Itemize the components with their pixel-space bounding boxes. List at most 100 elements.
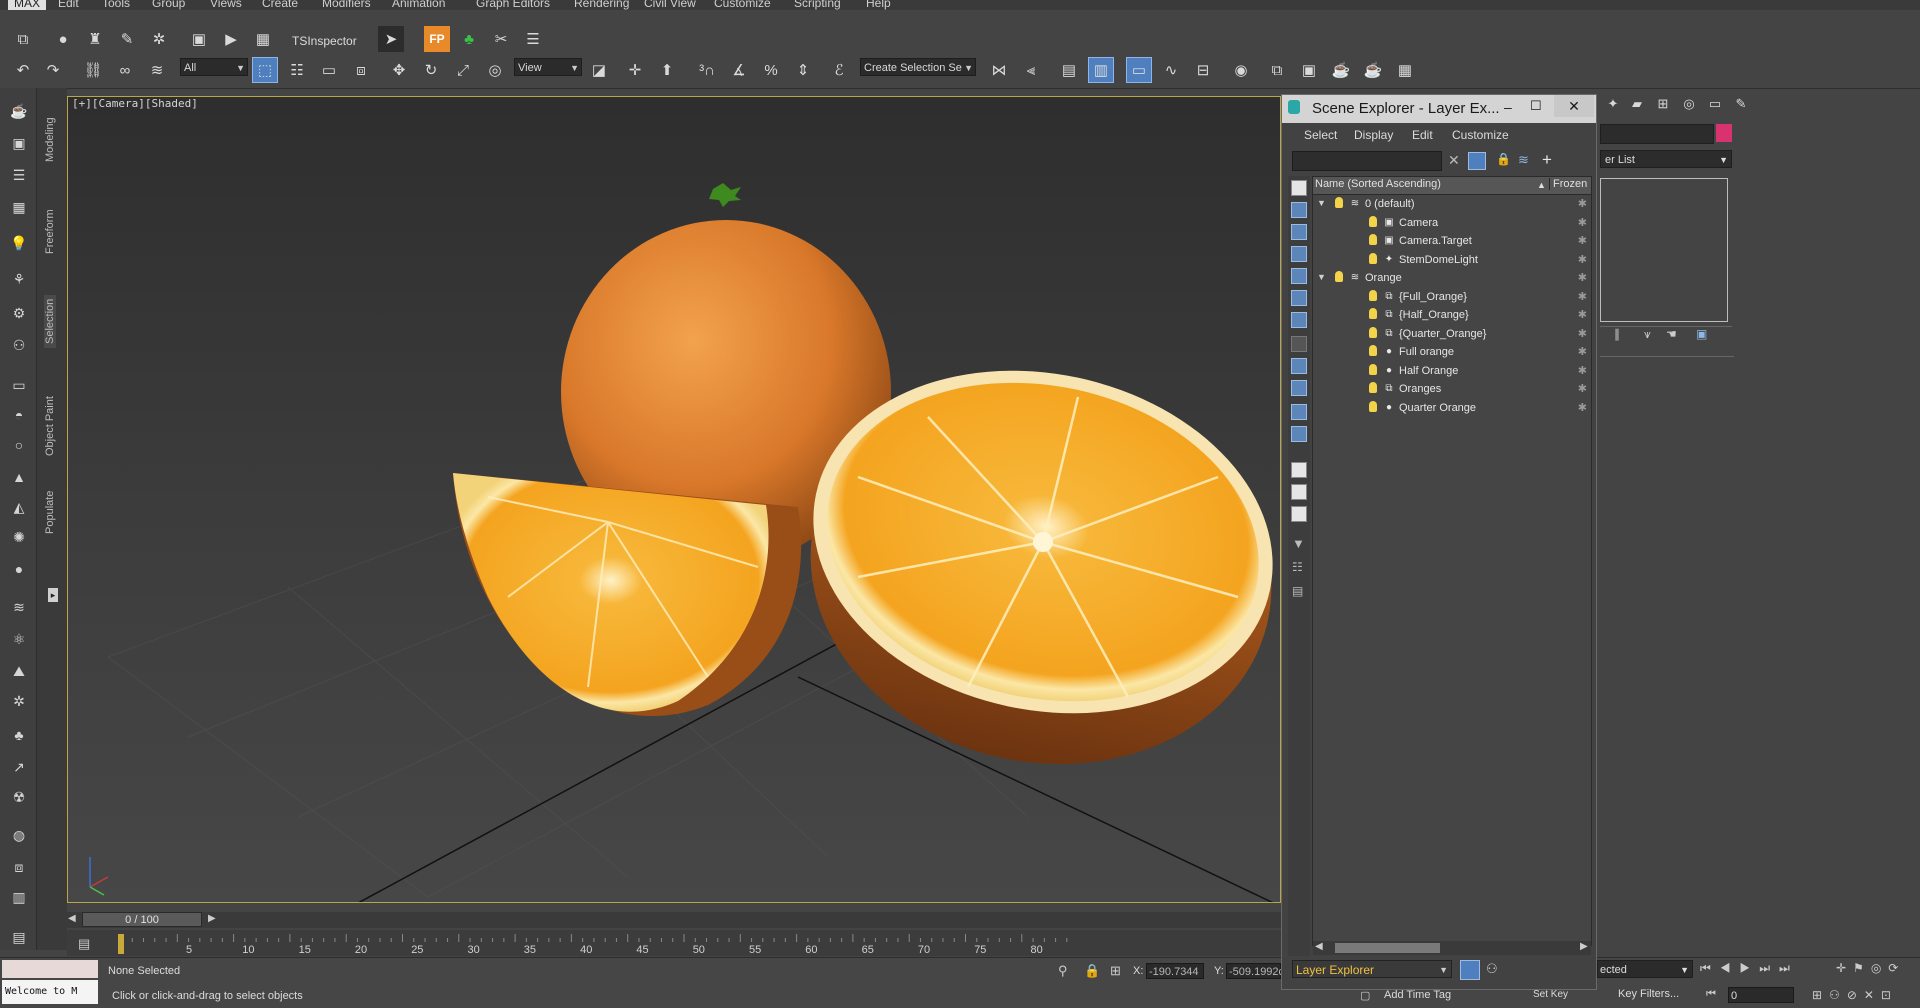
set-key-button[interactable]: Set Key	[1533, 989, 1568, 1000]
toggle-layer-explorer-icon[interactable]: ▥	[1088, 57, 1114, 83]
geometry-filter-icon[interactable]	[1291, 202, 1307, 218]
visibility-bulb-icon[interactable]	[1369, 234, 1377, 245]
bones-filter-icon[interactable]	[1291, 380, 1307, 396]
material-editor-icon[interactable]: ◉	[1228, 57, 1254, 83]
grid-list-icon[interactable]: ☰	[520, 26, 546, 52]
ribbon-tab-object-paint[interactable]: Object Paint	[44, 396, 56, 456]
frozen-toggle-icon[interactable]: ✱	[1578, 253, 1587, 266]
cursor-icon[interactable]: ➤	[378, 26, 404, 52]
frozen-toggle-icon[interactable]: ✱	[1578, 290, 1587, 303]
motion-tab-icon[interactable]: ◎	[1678, 94, 1700, 114]
hair-icon[interactable]: ≋	[8, 596, 30, 618]
menu-scripting[interactable]: Scripting	[794, 0, 841, 10]
time-slider-track[interactable]	[67, 912, 1281, 928]
scene-row[interactable]: ⧉ Oranges ✱	[1313, 381, 1591, 399]
plant-icon[interactable]: ♣	[8, 724, 30, 746]
scroll-right-icon[interactable]: ▶	[1580, 941, 1588, 952]
show-end-result-icon[interactable]: ⩛	[1644, 327, 1651, 342]
ruler-icon[interactable]: ▥	[8, 886, 30, 908]
edit-named-sets-icon[interactable]: ℰ	[826, 57, 852, 83]
viewport-label[interactable]: [+][Camera][Shaded]	[72, 97, 198, 110]
scene-row[interactable]: ● Half Orange ✱	[1313, 363, 1591, 381]
teapot-icon[interactable]: ☕	[8, 100, 30, 122]
percent-snap-icon[interactable]: %	[758, 57, 784, 83]
visibility-bulb-icon[interactable]	[1369, 215, 1377, 227]
se-menu-customize[interactable]: Customize	[1452, 128, 1509, 142]
column-name-header[interactable]: Name (Sorted Ascending)	[1315, 178, 1441, 190]
scene-row[interactable]: ● Full orange ✱	[1313, 344, 1591, 362]
hierarchy-tab-icon[interactable]: ⊞	[1652, 94, 1674, 114]
menu-create[interactable]: Create	[262, 0, 298, 10]
visibility-bulb-icon[interactable]	[1369, 308, 1377, 319]
object-color-swatch[interactable]	[1716, 124, 1732, 142]
frozen-filter-icon[interactable]	[1291, 426, 1307, 442]
plant-icon[interactable]: ♣	[456, 26, 482, 52]
select-manipulate-icon[interactable]: ✛	[622, 57, 648, 83]
object-name-field[interactable]	[1600, 124, 1714, 144]
add-time-tag-label[interactable]: Add Time Tag	[1384, 989, 1451, 1001]
sort-by-hierarchy-icon[interactable]: ⚇	[1486, 961, 1498, 977]
cameras-filter-icon[interactable]	[1291, 268, 1307, 284]
visibility-bulb-icon[interactable]	[1369, 363, 1377, 375]
lock-icon[interactable]: 🔒	[1084, 963, 1100, 979]
brush-icon[interactable]: ✎	[114, 26, 140, 52]
frozen-toggle-icon[interactable]: ✱	[1578, 364, 1587, 377]
pin-stack-icon[interactable]: ∥	[1614, 327, 1620, 341]
visibility-bulb-icon[interactable]	[1369, 252, 1377, 264]
sphere-icon[interactable]: ●	[50, 26, 76, 52]
se-menu-display[interactable]: Display	[1354, 128, 1393, 142]
list-icon[interactable]: ☰	[8, 164, 30, 186]
globe-icon[interactable]: ◍	[8, 824, 30, 846]
render-setup-icon[interactable]: ▦	[250, 26, 276, 52]
sort-by-layer-icon[interactable]	[1460, 960, 1480, 980]
snaps-toggle-icon[interactable]: ³∩	[694, 57, 720, 83]
lights-filter-icon[interactable]	[1291, 246, 1307, 262]
time-slider[interactable]: 0 / 100	[82, 912, 202, 927]
expand-toggle-icon[interactable]: ▼	[1317, 198, 1326, 208]
layers-icon[interactable]: ≋	[1518, 152, 1529, 168]
scene-row[interactable]: ✦ StemDomeLight ✱	[1313, 252, 1591, 270]
toggle-scene-explorer-icon[interactable]: ▤	[1056, 57, 1082, 83]
configure-sets-icon[interactable]: ▣	[1696, 327, 1707, 341]
toggle-ribbon-icon[interactable]: ▭	[1126, 57, 1152, 83]
current-frame-marker[interactable]	[118, 934, 124, 954]
containers-filter-icon[interactable]	[1291, 404, 1307, 420]
menu-customize[interactable]: Customize	[714, 0, 771, 10]
frozen-toggle-icon[interactable]: ✱	[1578, 327, 1587, 340]
lightbulb-icon[interactable]: 💡	[8, 232, 30, 254]
render-iterative-icon[interactable]: ☕	[1360, 57, 1386, 83]
scene-row[interactable]: ▣ Camera.Target ✱	[1313, 233, 1591, 251]
maxscript-listener[interactable]	[2, 960, 98, 978]
angle-snap-icon[interactable]: ∡	[726, 57, 752, 83]
frozen-toggle-icon[interactable]: ✱	[1578, 345, 1587, 358]
selected-set-select[interactable]: ected ▼	[1597, 960, 1693, 978]
gear-icon[interactable]: ⚙	[8, 302, 30, 324]
hp-icon[interactable]: ↗	[8, 756, 30, 778]
ribbon-tab-freeform[interactable]: Freeform	[44, 209, 56, 254]
visibility-bulb-icon[interactable]	[1369, 326, 1377, 338]
molecule-icon[interactable]: ⚛	[8, 628, 30, 650]
box-icon[interactable]: ▭	[8, 374, 30, 396]
expand-toggle-icon[interactable]: ▼	[1317, 272, 1326, 282]
visibility-bulb-icon[interactable]	[1369, 289, 1377, 301]
trackbar-menu-icon[interactable]: ▤	[78, 936, 96, 952]
add-layer-icon[interactable]: +	[1542, 150, 1552, 170]
y-coord-field[interactable]: -509.1992c	[1226, 963, 1284, 979]
menu-tools[interactable]: Tools	[102, 0, 130, 10]
keyboard-shortcut-icon[interactable]: ⬆	[654, 57, 680, 83]
scene-row[interactable]: ▼ ≋ 0 (default) ✱	[1313, 196, 1591, 214]
cone-icon[interactable]: ▲	[8, 466, 30, 488]
inspector-label[interactable]: TSInspector	[292, 30, 368, 52]
spinner-snap-icon[interactable]: ⇕	[790, 57, 816, 83]
placement-icon[interactable]: ◎	[482, 57, 508, 83]
selection-set-select[interactable]: Create Selection Se ▼	[860, 58, 976, 76]
menu-views[interactable]: Views	[210, 0, 242, 10]
pin-icon[interactable]: ⚲	[1058, 963, 1068, 979]
ribbon-expand-toggle[interactable]: ▸	[48, 588, 58, 602]
scene-explorer-titlebar[interactable]: Scene Explorer - Layer Ex... – ☐ ✕	[1282, 95, 1596, 123]
move-icon[interactable]: ✥	[386, 57, 412, 83]
rendered-frame-icon[interactable]: ▣	[1296, 57, 1322, 83]
menu-edit[interactable]: Edit	[58, 0, 79, 10]
ball-icon[interactable]: ●	[8, 558, 30, 580]
lock-toggle-icon[interactable]: 🔒	[1496, 152, 1511, 166]
